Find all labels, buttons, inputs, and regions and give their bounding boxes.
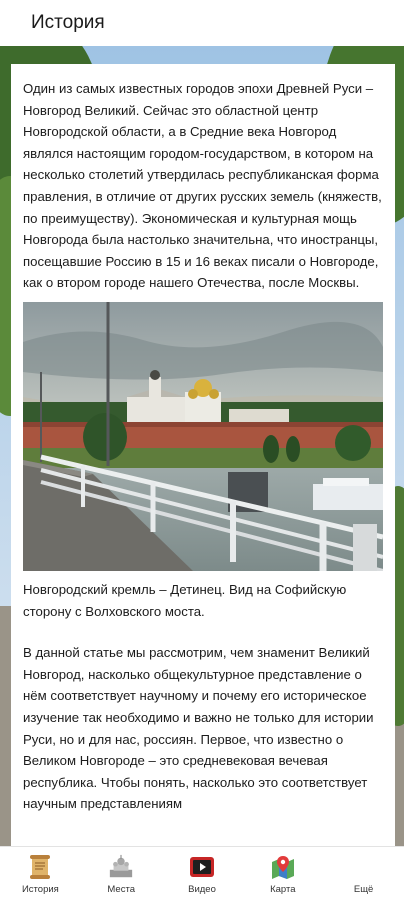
more-icon [351, 853, 377, 881]
intro-paragraph: Один из самых известных городов эпохи Др… [23, 81, 382, 291]
bottom-navigation: История Места Видео Карта Ещё [0, 846, 404, 900]
tab-video[interactable]: Видео [162, 847, 243, 900]
tab-places-label: Места [107, 884, 135, 895]
tab-history-label: История [21, 884, 59, 895]
tab-places[interactable]: Места [81, 847, 162, 900]
video-icon [189, 853, 215, 881]
kremlin-icon [108, 853, 134, 881]
tab-map-label: Карта [270, 884, 296, 895]
tab-map[interactable]: Карта [242, 847, 323, 900]
tab-more[interactable]: Ещё [323, 847, 404, 900]
photo-caption: Новгородский кремль – Детинец. Вид на Со… [23, 581, 347, 619]
app-header: История [0, 0, 404, 46]
scroll-icon [27, 853, 53, 881]
article-card: Один из самых известных городов эпохи Др… [11, 64, 395, 846]
tab-history[interactable]: История [0, 847, 81, 900]
tab-video-label: Видео [188, 884, 216, 895]
body-paragraph: В данной статье мы рассмотрим, чем знаме… [23, 645, 374, 812]
tab-more-label: Ещё [353, 884, 374, 895]
map-pin-icon [270, 853, 296, 881]
page-title: История [31, 12, 105, 33]
kremlin-photo [23, 301, 383, 571]
